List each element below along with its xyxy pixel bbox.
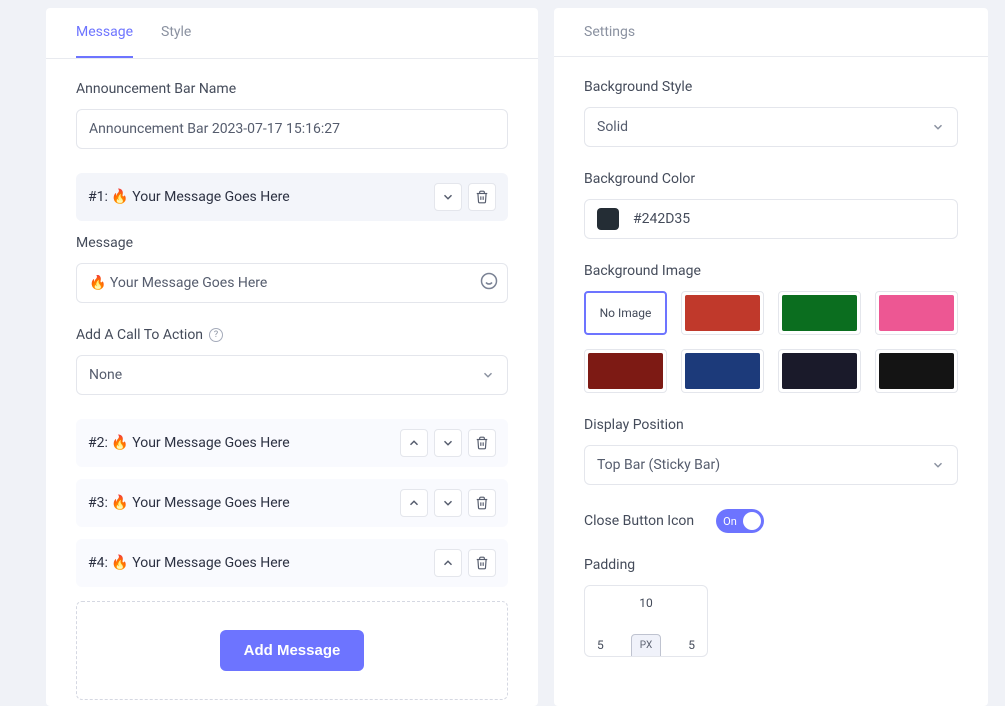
chevron-down-icon: [931, 458, 945, 472]
display-position-label: Display Position: [584, 417, 958, 433]
right-body: Background Style Solid Background Color …: [554, 57, 988, 706]
settings-header: Settings: [554, 8, 988, 57]
padding-left[interactable]: 5: [597, 638, 604, 652]
bg-tile-pink[interactable]: [875, 291, 958, 335]
message-row-3[interactable]: #3: 🔥 Your Message Goes Here: [76, 479, 508, 527]
bg-image-grid: No Image: [584, 291, 958, 393]
delete-button[interactable]: [468, 429, 496, 457]
message-row-1[interactable]: #1: 🔥 Your Message Goes Here: [76, 173, 508, 221]
chevron-down-icon: [931, 120, 945, 134]
message-panel: Message Style Announcement Bar Name #1: …: [46, 8, 538, 706]
message-1-block: #1: 🔥 Your Message Goes Here Message: [76, 173, 508, 395]
bg-color-label: Background Color: [584, 171, 958, 187]
left-body: Announcement Bar Name #1: 🔥 Your Message…: [46, 59, 538, 706]
message-text-input[interactable]: [76, 263, 508, 303]
announcement-name-label: Announcement Bar Name: [76, 81, 508, 97]
delete-button[interactable]: [468, 489, 496, 517]
bg-image-section: Background Image No Image: [584, 263, 958, 393]
chevron-down-icon: [441, 190, 455, 204]
announcement-name-section: Announcement Bar Name: [76, 81, 508, 149]
move-down-button[interactable]: [434, 489, 462, 517]
move-up-button[interactable]: [400, 429, 428, 457]
announcement-name-input[interactable]: [76, 109, 508, 149]
cta-select[interactable]: None: [76, 355, 508, 395]
add-message-button[interactable]: Add Message: [220, 630, 365, 671]
help-icon[interactable]: ?: [209, 328, 223, 342]
trash-icon: [475, 436, 489, 450]
padding-section: Padding 10 5 PX 5: [584, 557, 958, 657]
close-button-toggle[interactable]: On: [716, 509, 764, 533]
emoji-button[interactable]: [480, 272, 498, 294]
cta-section: Add A Call To Action ? None: [76, 327, 508, 395]
close-button-section: Close Button Icon On: [584, 509, 958, 533]
bg-style-value: Solid: [597, 119, 628, 135]
chevron-up-icon: [441, 556, 455, 570]
bg-style-select[interactable]: Solid: [584, 107, 958, 147]
bg-color-section: Background Color #242D35: [584, 171, 958, 239]
bg-color-value: #242D35: [633, 211, 690, 227]
delete-button[interactable]: [468, 549, 496, 577]
chevron-up-icon: [407, 436, 421, 450]
tab-style[interactable]: Style: [161, 8, 191, 58]
bg-style-label: Background Style: [584, 79, 958, 95]
toggle-knob: [743, 512, 761, 530]
bg-tile-navy[interactable]: [778, 349, 861, 393]
padding-right[interactable]: 5: [688, 638, 695, 652]
bg-style-section: Background Style Solid: [584, 79, 958, 147]
add-message-panel: Add Message: [76, 601, 508, 700]
display-position-section: Display Position Top Bar (Sticky Bar): [584, 417, 958, 485]
padding-editor[interactable]: 10 5 PX 5: [584, 585, 708, 657]
settings-panel: Settings Background Style Solid Backgrou…: [554, 8, 988, 706]
message-row-1-title: #1: 🔥 Your Message Goes Here: [88, 189, 428, 205]
bg-tile-none[interactable]: No Image: [584, 291, 667, 335]
display-position-select[interactable]: Top Bar (Sticky Bar): [584, 445, 958, 485]
message-row-4-title: #4: 🔥 Your Message Goes Here: [88, 555, 428, 571]
color-swatch: [597, 208, 619, 230]
move-down-button[interactable]: [434, 429, 462, 457]
trash-icon: [475, 556, 489, 570]
cta-label: Add A Call To Action ?: [76, 327, 508, 343]
cta-value: None: [89, 367, 122, 383]
bg-tile-blue[interactable]: [681, 349, 764, 393]
smile-icon: [480, 272, 498, 290]
close-button-label: Close Button Icon: [584, 513, 694, 529]
move-up-button[interactable]: [434, 549, 462, 577]
tab-message[interactable]: Message: [76, 8, 133, 58]
delete-button[interactable]: [468, 183, 496, 211]
bg-image-label: Background Image: [584, 263, 958, 279]
chevron-down-icon: [441, 436, 455, 450]
message-row-3-title: #3: 🔥 Your Message Goes Here: [88, 495, 394, 511]
bg-color-input[interactable]: #242D35: [584, 199, 958, 239]
collapse-button[interactable]: [434, 183, 462, 211]
message-row-2-title: #2: 🔥 Your Message Goes Here: [88, 435, 394, 451]
trash-icon: [475, 190, 489, 204]
message-text-section: Message: [76, 235, 508, 303]
padding-label: Padding: [584, 557, 958, 573]
bg-tile-black[interactable]: [875, 349, 958, 393]
bg-tile-red[interactable]: [681, 291, 764, 335]
trash-icon: [475, 496, 489, 510]
bg-tile-darkred[interactable]: [584, 349, 667, 393]
bg-tile-green[interactable]: [778, 291, 861, 335]
chevron-up-icon: [407, 496, 421, 510]
tabs: Message Style: [46, 8, 538, 59]
chevron-down-icon: [481, 368, 495, 382]
padding-top[interactable]: 10: [639, 596, 653, 610]
message-row-4[interactable]: #4: 🔥 Your Message Goes Here: [76, 539, 508, 587]
display-position-value: Top Bar (Sticky Bar): [597, 457, 720, 473]
padding-unit[interactable]: PX: [631, 634, 661, 656]
message-row-2[interactable]: #2: 🔥 Your Message Goes Here: [76, 419, 508, 467]
chevron-down-icon: [441, 496, 455, 510]
toggle-on-label: On: [723, 515, 737, 528]
move-up-button[interactable]: [400, 489, 428, 517]
message-text-label: Message: [76, 235, 508, 251]
